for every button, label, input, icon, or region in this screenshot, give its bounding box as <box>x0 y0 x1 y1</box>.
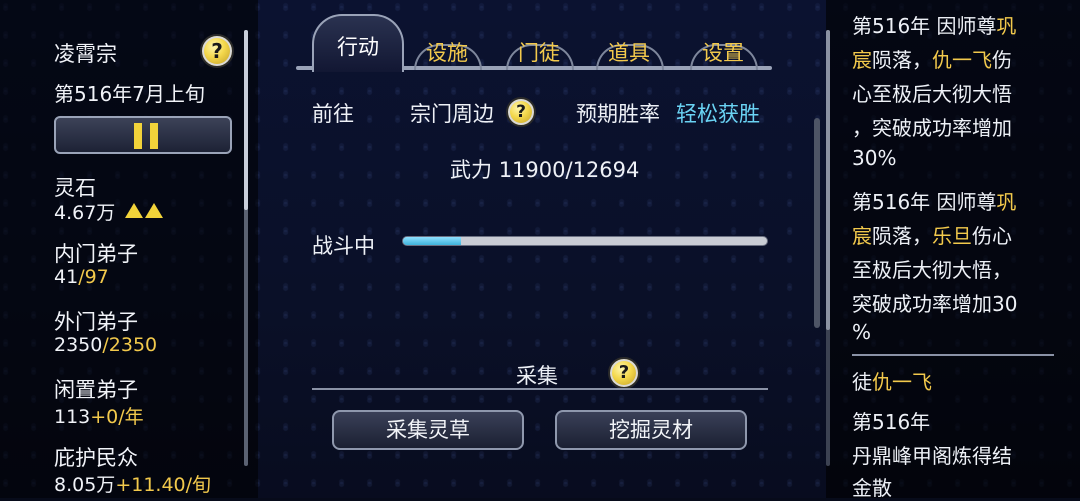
log-line: 宸陨落，仇一飞伤 <box>852 44 1012 73</box>
battle-progress-bar <box>402 236 768 246</box>
pause-button[interactable] <box>54 116 232 154</box>
log-text: 30% <box>852 146 897 170</box>
gather-herbs-button[interactable]: 采集灵草 <box>332 410 524 450</box>
log-line: 心至极后大彻大悟 <box>852 78 1012 107</box>
sidebar-scrollbar-thumb[interactable] <box>244 30 248 210</box>
gather-section-title: 采集 <box>516 364 558 388</box>
stat-value-protected-people: 8.05万+11.40/旬 <box>54 474 212 496</box>
goto-label: 前往 <box>312 102 354 126</box>
log-line: 金散 <box>852 472 892 501</box>
log-scrollbar-thumb[interactable] <box>826 30 830 330</box>
tab-settings[interactable]: 设置 <box>690 36 756 70</box>
help-icon[interactable]: ? <box>506 97 536 127</box>
mine-materials-button[interactable]: 挖掘灵材 <box>555 410 747 450</box>
log-name-highlight: 乐旦 <box>932 224 972 248</box>
tab-items[interactable]: 道具 <box>596 36 662 70</box>
game-date: 第516年7月上旬 <box>54 82 205 106</box>
log-line: 丹鼎峰甲阁炼得结 <box>852 440 1012 469</box>
log-line: % <box>852 320 871 344</box>
log-line: 宸陨落，乐旦伤心 <box>852 220 1012 249</box>
log-text: 第516年 <box>852 410 931 434</box>
log-text: 徒 <box>852 370 872 394</box>
center-scrollbar[interactable] <box>814 118 820 328</box>
stat-label-outer-disciples: 外门弟子 <box>54 310 138 334</box>
tab-facilities[interactable]: 设施 <box>414 36 480 70</box>
gather-divider <box>312 388 768 390</box>
log-text: % <box>852 320 872 344</box>
win-rate-label: 预期胜率 <box>576 102 660 126</box>
tab-action[interactable]: 行动 <box>312 14 404 72</box>
log-name-highlight: 宸 <box>852 224 872 248</box>
log-text: 第516年 因师尊 <box>852 190 997 214</box>
log-line: 徒仇一飞 <box>852 366 932 395</box>
win-rate-value: 轻松获胜 <box>676 102 760 126</box>
log-text: 丹鼎峰甲阁炼得结 <box>852 444 1012 468</box>
tab-disciples[interactable]: 门徒 <box>506 36 572 70</box>
power-readout: 武力 11900/12694 <box>450 158 640 182</box>
trend-up-icon <box>145 203 164 218</box>
log-line: 突破成功率增加30 <box>852 288 1017 317</box>
log-text: 陨落， <box>872 48 932 72</box>
help-icon[interactable]: ? <box>608 357 640 389</box>
log-line: 至极后大彻大悟， <box>852 254 1012 283</box>
stat-value-inner-disciples: 41/97 <box>54 266 109 288</box>
trend-up-icon <box>125 203 144 218</box>
log-name-highlight: 巩 <box>996 190 1017 214</box>
main-tab-bar: 行动 设施 门徒 道具 设置 <box>296 0 776 80</box>
sidebar-scrollbar[interactable] <box>244 30 248 466</box>
sect-status-panel: 凌霄宗 ? 第516年7月上旬 灵石 4.67万 内门弟子 41/97 外门弟子… <box>0 0 258 498</box>
log-text: 心至极后大彻大悟 <box>852 82 1012 106</box>
log-text: 金散 <box>852 476 892 500</box>
sect-name: 凌霄宗 <box>54 42 117 66</box>
log-line: 30% <box>852 146 896 170</box>
stat-label-inner-disciples: 内门弟子 <box>54 242 138 266</box>
stat-value-outer-disciples: 2350/2350 <box>54 334 158 356</box>
log-text: ，突破成功率增加 <box>852 116 1012 140</box>
log-name-highlight: 巩 <box>996 14 1017 38</box>
log-text: 伤心 <box>972 224 1012 248</box>
log-scrollbar[interactable] <box>826 30 830 466</box>
log-text: 第516年 因师尊 <box>852 14 997 38</box>
battle-status-label: 战斗中 <box>312 234 375 258</box>
battle-progress-fill <box>403 237 462 245</box>
stat-label-protected-people: 庇护民众 <box>54 446 138 470</box>
log-text: 突破成功率增加30 <box>852 292 1018 316</box>
log-name-highlight: 仇一飞 <box>872 370 932 394</box>
log-name-highlight: 仇一飞 <box>932 48 992 72</box>
log-line: ，突破成功率增加 <box>852 112 1012 141</box>
stat-label-idle-disciples: 闲置弟子 <box>54 378 138 402</box>
log-text: 伤 <box>992 48 1012 72</box>
pause-icon <box>134 123 158 149</box>
log-name-highlight: 宸 <box>852 48 872 72</box>
stat-value-idle-disciples: 113+0/年 <box>54 406 144 428</box>
log-text: 陨落， <box>872 224 932 248</box>
help-icon[interactable]: ? <box>200 34 234 68</box>
log-line: 第516年 因师尊巩 <box>852 186 1017 215</box>
destination-select[interactable]: 宗门周边 <box>410 98 494 128</box>
stat-value-spirit-stones: 4.67万 <box>54 198 164 225</box>
log-line: 第516年 因师尊巩 <box>852 10 1017 39</box>
log-line: 第516年 <box>852 406 930 435</box>
log-divider <box>852 354 1054 356</box>
log-text: 至极后大彻大悟， <box>852 258 1012 282</box>
